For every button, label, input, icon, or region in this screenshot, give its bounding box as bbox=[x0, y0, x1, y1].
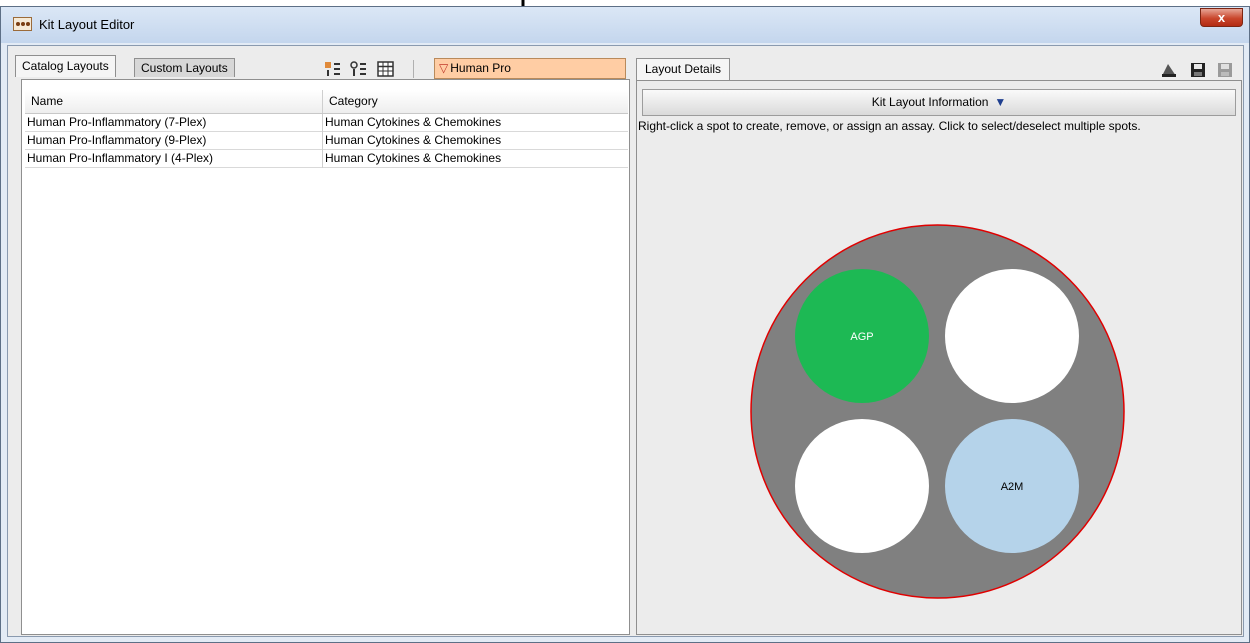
spot-label: A2M bbox=[1001, 481, 1024, 493]
column-header-name[interactable]: Name bbox=[25, 90, 322, 113]
table-row[interactable]: Human Pro-Inflammatory (7-Plex) Human Cy… bbox=[25, 114, 628, 132]
filter-text: Human Pro bbox=[450, 61, 511, 75]
spot-label: AGP bbox=[850, 331, 873, 343]
spot-2[interactable] bbox=[945, 269, 1079, 403]
cell-category: Human Cytokines & Chemokines bbox=[322, 114, 628, 132]
triangle-down-icon: ▼ bbox=[994, 95, 1007, 109]
cell-name: Human Pro-Inflammatory (9-Plex) bbox=[27, 133, 207, 147]
title-bar: Kit Layout Editor x bbox=[1, 7, 1249, 43]
well-circle bbox=[750, 224, 1125, 599]
kit-layout-information-button[interactable]: Kit Layout Information ▼ bbox=[642, 89, 1236, 116]
expand-tree-icon[interactable] bbox=[350, 61, 368, 77]
well-plate-diagram: AGP A2M bbox=[750, 224, 1125, 599]
save-disabled-icon bbox=[1218, 63, 1232, 77]
filter-field[interactable]: ▽ Human Pro bbox=[434, 58, 626, 79]
table-row[interactable]: Human Pro-Inflammatory I (4-Plex) Human … bbox=[25, 150, 628, 168]
tab-layout-details[interactable]: Layout Details bbox=[636, 58, 731, 80]
close-button[interactable]: x bbox=[1200, 8, 1243, 27]
tab-catalog-layouts[interactable]: Catalog Layouts bbox=[15, 55, 116, 77]
tab-custom-layouts[interactable]: Custom Layouts bbox=[134, 58, 235, 77]
table-header: Name Category bbox=[25, 90, 628, 114]
cell-name: Human Pro-Inflammatory (7-Plex) bbox=[27, 115, 207, 129]
spot-4[interactable]: A2M bbox=[945, 419, 1079, 553]
catalog-layouts-panel: Name Category Human Pro-Inflammatory (7-… bbox=[21, 79, 630, 635]
app-icon bbox=[13, 17, 32, 31]
info-button-label: Kit Layout Information bbox=[871, 95, 989, 109]
cell-category: Human Cytokines & Chemokines bbox=[322, 150, 628, 168]
table-row[interactable]: Human Pro-Inflammatory (9-Plex) Human Cy… bbox=[25, 132, 628, 150]
kit-layout-editor-window: Kit Layout Editor x Catalog Layouts Cust… bbox=[0, 6, 1250, 643]
collapse-tree-icon[interactable] bbox=[324, 61, 342, 77]
toolbar-divider bbox=[413, 60, 414, 78]
clear-layout-icon[interactable] bbox=[1160, 62, 1178, 78]
cell-name: Human Pro-Inflammatory I (4-Plex) bbox=[27, 151, 214, 165]
spot-1[interactable]: AGP bbox=[795, 269, 929, 403]
right-toolbar bbox=[1150, 62, 1233, 81]
client-area: Catalog Layouts Custom Layouts ▽ Human Pr… bbox=[7, 45, 1244, 637]
funnel-icon: ▽ bbox=[439, 61, 449, 75]
layout-details-panel: Kit Layout Information ▼ Right-click a sp… bbox=[636, 80, 1242, 635]
instruction-text: Right-click a spot to create, remove, or… bbox=[638, 119, 1141, 133]
spot-3[interactable] bbox=[795, 419, 929, 553]
column-header-category[interactable]: Category bbox=[322, 90, 628, 113]
window-title: Kit Layout Editor bbox=[39, 17, 135, 32]
cell-category: Human Cytokines & Chemokines bbox=[322, 132, 628, 150]
table-view-icon[interactable] bbox=[377, 61, 395, 77]
save-icon[interactable] bbox=[1190, 62, 1206, 78]
